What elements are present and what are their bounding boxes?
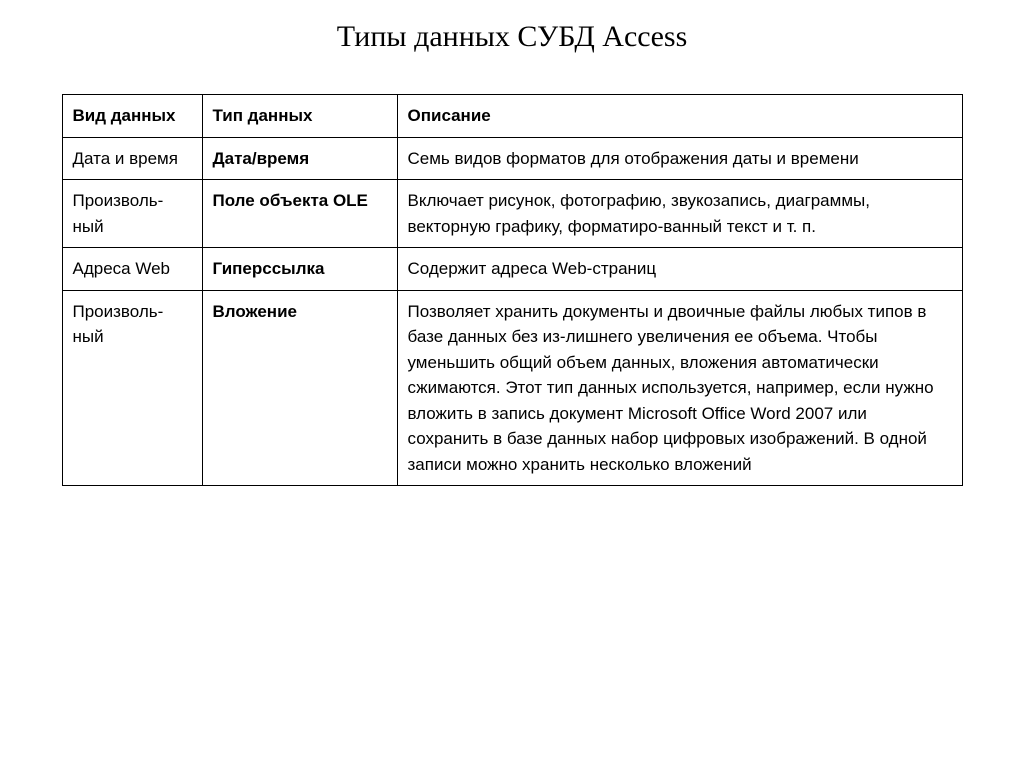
page-title: Типы данных СУБД Access xyxy=(0,20,1024,54)
cell-desc: Семь видов форматов для отображения даты… xyxy=(397,137,962,180)
cell-desc: Включает рисунок, фотографию, звукозапис… xyxy=(397,180,962,248)
table-row: Адреса Web Гиперссылка Содержит адреса W… xyxy=(62,248,962,291)
cell-type: Дата/время xyxy=(202,137,397,180)
cell-desc: Содержит адреса Web-страниц xyxy=(397,248,962,291)
cell-kind: Адреса Web xyxy=(62,248,202,291)
table-row: Дата и время Дата/время Семь видов форма… xyxy=(62,137,962,180)
table-header-row: Вид данных Тип данных Описание xyxy=(62,95,962,138)
header-type: Тип данных xyxy=(202,95,397,138)
cell-desc: Позволяет хранить документы и двоичные ф… xyxy=(397,290,962,486)
cell-type: Поле объекта OLE xyxy=(202,180,397,248)
table-row: Произволь-ный Вложение Позволяет хранить… xyxy=(62,290,962,486)
header-kind: Вид данных xyxy=(62,95,202,138)
header-desc: Описание xyxy=(397,95,962,138)
cell-kind: Дата и время xyxy=(62,137,202,180)
table-row: Произволь-ный Поле объекта OLE Включает … xyxy=(62,180,962,248)
data-types-table: Вид данных Тип данных Описание Дата и вр… xyxy=(62,94,963,486)
cell-kind: Произволь-ный xyxy=(62,180,202,248)
cell-type: Вложение xyxy=(202,290,397,486)
cell-kind: Произволь-ный xyxy=(62,290,202,486)
cell-type: Гиперссылка xyxy=(202,248,397,291)
